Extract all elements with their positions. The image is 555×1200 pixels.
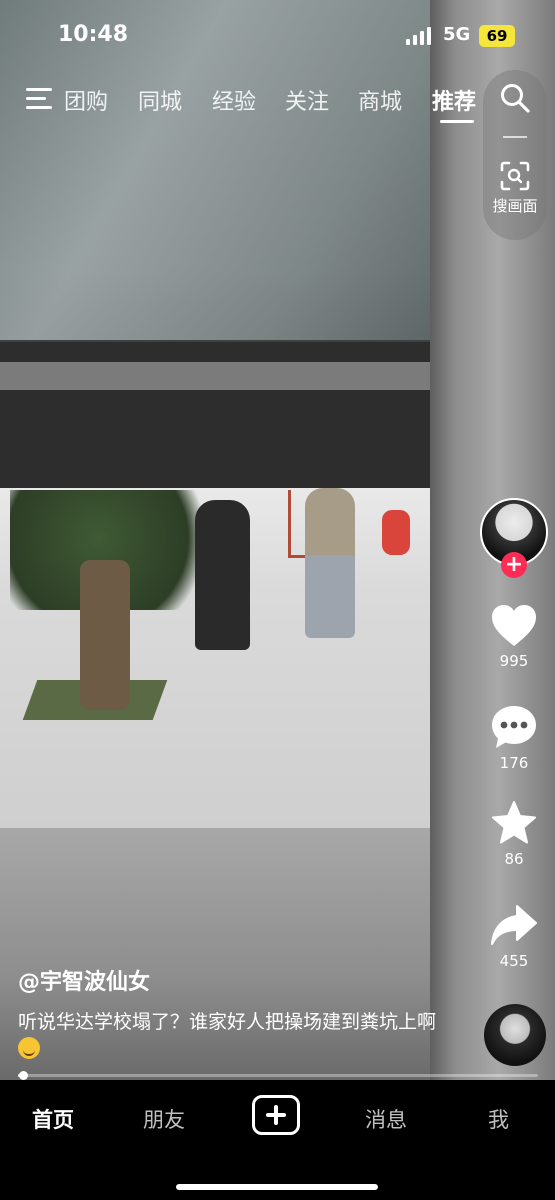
star-icon	[492, 801, 536, 844]
bottom-tab-bar: 首页 朋友 消息 我	[0, 1082, 555, 1200]
comment-button[interactable]: 176	[480, 704, 548, 772]
video-player[interactable]	[0, 0, 555, 1080]
tab-experience[interactable]: 经验	[212, 84, 256, 116]
status-time: 10:48	[58, 22, 129, 47]
video-progress-handle[interactable]	[19, 1071, 28, 1080]
signal-icon	[406, 27, 431, 45]
video-caption: 听说华达学校塌了？谁家好人把操场建到粪坑上啊	[18, 1008, 458, 1064]
active-tab-indicator	[440, 120, 474, 123]
favorite-button[interactable]: 86	[480, 800, 548, 868]
video-tree-trunk	[80, 560, 130, 710]
comment-icon	[492, 706, 536, 748]
video-progress-bar[interactable]	[18, 1071, 538, 1080]
sweat-smile-emoji-icon	[18, 1037, 40, 1059]
video-window-ledge	[0, 362, 430, 390]
panel-divider	[503, 136, 527, 138]
music-disc-icon[interactable]	[484, 1004, 546, 1066]
tab-home[interactable]: 首页	[32, 1104, 74, 1134]
tab-group-buy[interactable]: 团购	[64, 84, 108, 116]
like-count: 995	[499, 652, 529, 670]
favorite-count: 86	[504, 850, 524, 868]
scan-label[interactable]: 搜画面	[483, 195, 547, 216]
status-bar: 10:48 5G 69	[0, 0, 555, 72]
search-icon[interactable]	[499, 82, 531, 114]
comment-count: 176	[499, 754, 529, 772]
top-nav: 团购 同城 经验 关注 商城 推荐	[0, 78, 555, 126]
video-person	[195, 500, 250, 650]
app-screen: 10:48 5G 69 团购 同城 经验 关注 商城 推荐 搜画面 + 995 …	[0, 0, 555, 1200]
heart-icon	[492, 605, 536, 646]
tab-mall[interactable]: 商城	[358, 84, 402, 116]
home-indicator	[176, 1184, 378, 1190]
follow-button[interactable]: +	[501, 552, 527, 578]
caption-text: 听说华达学校塌了？谁家好人把操场建到粪坑上啊	[18, 1011, 437, 1033]
scan-image-icon[interactable]	[499, 160, 531, 192]
battery-icon: 69	[479, 25, 515, 47]
share-button[interactable]: 455	[480, 902, 548, 970]
like-button[interactable]: 995	[480, 604, 548, 670]
search-panel: 搜画面	[483, 70, 547, 240]
share-arrow-icon	[491, 905, 537, 945]
video-person	[382, 510, 410, 555]
tab-me[interactable]: 我	[488, 1104, 509, 1134]
create-post-button[interactable]	[252, 1095, 300, 1135]
tab-following[interactable]: 关注	[285, 84, 329, 116]
video-person	[305, 488, 355, 638]
tab-messages[interactable]: 消息	[365, 1104, 407, 1134]
tab-local[interactable]: 同城	[138, 84, 182, 116]
author-avatar-group[interactable]: +	[480, 498, 548, 578]
menu-icon[interactable]	[26, 88, 52, 110]
network-type: 5G	[443, 24, 471, 45]
share-count: 455	[499, 952, 529, 970]
tab-friends[interactable]: 朋友	[143, 1104, 185, 1134]
author-name[interactable]: @宇智波仙女	[18, 964, 150, 996]
tab-recommend[interactable]: 推荐	[432, 84, 476, 116]
